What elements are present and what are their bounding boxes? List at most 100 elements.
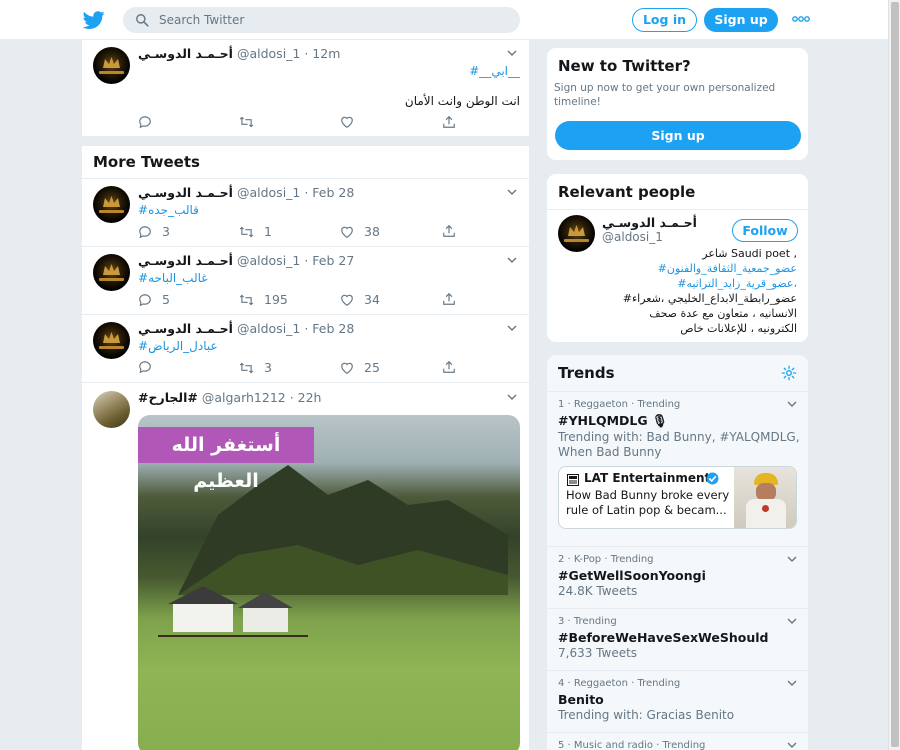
more-tweets-title: More Tweets xyxy=(93,153,200,171)
reply-count: 5 xyxy=(162,292,170,307)
share-icon xyxy=(443,224,455,237)
like-count: 25 xyxy=(364,360,380,375)
scrollbar-thumb[interactable] xyxy=(891,2,899,747)
gear-icon[interactable] xyxy=(781,365,797,381)
video-player[interactable]: أستغفر الله العظيم xyxy=(138,415,520,750)
signup-button[interactable]: Sign up xyxy=(704,8,778,32)
retweet-action[interactable] xyxy=(239,115,254,129)
like-action[interactable]: 38 xyxy=(340,224,380,239)
login-button[interactable]: Log in xyxy=(632,8,697,32)
author-name[interactable]: أحـمـد الدوسـي xyxy=(138,321,233,336)
chevron-down-icon[interactable] xyxy=(507,189,517,196)
trend-name[interactable]: #YHLQMDLG 🎙 xyxy=(558,413,668,429)
trend-name[interactable]: #BeforeWeHaveSexWeShould xyxy=(558,630,768,645)
author-name[interactable]: أحـمـد الدوسـي xyxy=(138,253,233,268)
author-name[interactable]: #الجارح# xyxy=(138,390,198,405)
reply-action[interactable] xyxy=(138,360,162,374)
tweet[interactable]: أحـمـد الدوسـي @aldosi_1 · Feb 28 #قالب_… xyxy=(82,179,529,247)
scrollbar[interactable] xyxy=(888,0,900,750)
thread-tweet[interactable]: أحـمـد الدوسـي @aldosi_1 · 12m #__ابي__ … xyxy=(82,40,529,137)
search-box[interactable] xyxy=(123,7,520,33)
search-icon xyxy=(136,14,149,27)
reply-action[interactable]: 5 xyxy=(138,292,170,307)
tweet-header: #الجارح# @algarh1212 · 22h xyxy=(138,390,321,405)
author-name[interactable]: أحـمـد الدوسـي xyxy=(138,185,233,200)
tweet-header: أحـمـد الدوسـي @aldosi_1 · 12m xyxy=(138,46,340,61)
retweet-icon xyxy=(239,362,254,373)
avatar-cap xyxy=(564,239,589,242)
share-action[interactable] xyxy=(442,292,456,306)
trend-item[interactable]: 5 · Music and radio · Trending xyxy=(547,732,808,750)
tweet-hashtag[interactable]: #__ابي__ xyxy=(469,64,520,78)
bio-hashtag[interactable]: #عضو_قرية_زايد_التراثيه، xyxy=(677,277,797,290)
retweet-action[interactable]: 3 xyxy=(239,360,272,375)
trend-meta: 1 · Reggaeton · Trending xyxy=(558,399,681,410)
tweet[interactable]: أحـمـد الدوسـي @aldosi_1 · Feb 28 #عبادل… xyxy=(82,315,529,383)
share-icon xyxy=(443,360,455,373)
tweet-hashtag[interactable]: #عبادل_الرياض xyxy=(138,339,218,353)
retweet-action[interactable]: 1 xyxy=(239,224,272,239)
tweet-hashtag[interactable]: #قالب_جده xyxy=(138,203,199,217)
reply-action[interactable]: 3 xyxy=(138,224,170,239)
trend-meta: 2 · K-Pop · Trending xyxy=(558,554,654,565)
card-desc-line2: timeline! xyxy=(554,96,601,108)
avatar-cap xyxy=(99,346,124,349)
chevron-down-icon[interactable] xyxy=(787,556,797,563)
signup-card-button[interactable]: Sign up xyxy=(555,121,801,150)
avatar[interactable] xyxy=(93,47,130,84)
news-line: How Bad Bunny broke every xyxy=(566,488,730,502)
share-action[interactable] xyxy=(442,224,456,238)
bio-hashtag[interactable]: #عضو_جمعية_الثقافة_والفنون xyxy=(658,262,797,275)
like-action[interactable]: 25 xyxy=(340,360,380,375)
trend-item[interactable]: 3 · Trending #BeforeWeHaveSexWeShould 7,… xyxy=(547,608,808,670)
chevron-down-icon[interactable] xyxy=(787,680,797,687)
trends-card: Trends 1 · Reggaeton · Trending #YHLQMDL… xyxy=(546,354,809,750)
more-dots-icon[interactable] xyxy=(792,12,810,26)
author-name[interactable]: أحـمـد الدوسـي xyxy=(138,46,233,61)
chevron-down-icon[interactable] xyxy=(507,50,517,57)
follow-button[interactable]: Follow xyxy=(732,219,798,242)
avatar[interactable] xyxy=(93,254,130,291)
chevron-down-icon[interactable] xyxy=(507,325,517,332)
reply-icon xyxy=(139,361,151,374)
avatar[interactable] xyxy=(93,186,130,223)
chevron-down-icon[interactable] xyxy=(787,742,797,749)
search-input[interactable] xyxy=(159,7,509,33)
card-title: New to Twitter? xyxy=(558,57,691,75)
tweet-hashtag[interactable]: #غالب_الباحه xyxy=(138,271,208,285)
twitter-bird-icon[interactable] xyxy=(83,9,105,31)
bio-line: شاعر Saudi poet , xyxy=(702,247,797,260)
share-action[interactable] xyxy=(442,360,456,374)
card-title: Trends xyxy=(558,364,615,382)
share-action[interactable] xyxy=(442,115,456,129)
bio-line: الانسانيه ، متعاون مع عدة صحف xyxy=(649,307,797,320)
news-card[interactable]: LAT Entertainment How Bad Bunny broke ev… xyxy=(558,466,797,529)
thumbnail-body xyxy=(746,499,786,528)
chevron-down-icon[interactable] xyxy=(507,394,517,401)
chevron-down-icon[interactable] xyxy=(787,618,797,625)
tweet[interactable]: أحـمـد الدوسـي @aldosi_1 · Feb 27 #غالب_… xyxy=(82,247,529,315)
avatar[interactable] xyxy=(558,215,595,252)
trend-name[interactable]: Benito xyxy=(558,692,604,707)
reply-action[interactable] xyxy=(138,115,152,129)
like-action[interactable] xyxy=(340,115,354,129)
top-bar: Log in Sign up xyxy=(0,0,888,40)
share-icon xyxy=(443,115,455,128)
chevron-down-icon[interactable] xyxy=(507,257,517,264)
author-meta: @aldosi_1 · Feb 28 xyxy=(236,321,355,336)
chevron-down-icon[interactable] xyxy=(787,401,797,408)
trend-meta: 5 · Music and radio · Trending xyxy=(558,740,706,750)
trend-item[interactable]: 2 · K-Pop · Trending #GetWellSoonYoongi … xyxy=(547,546,808,608)
new-to-twitter-card: New to Twitter? Sign up now to get your … xyxy=(546,47,809,161)
like-action[interactable]: 34 xyxy=(340,292,380,307)
retweet-action[interactable]: 195 xyxy=(239,292,288,307)
avatar[interactable] xyxy=(93,322,130,359)
thumbnail-badge xyxy=(762,505,769,512)
trend-item[interactable]: 1 · Reggaeton · Trending #YHLQMDLG 🎙 Tre… xyxy=(547,391,808,546)
person-name[interactable]: أحـمـد الدوسـي xyxy=(602,215,697,230)
divider xyxy=(547,209,808,210)
trend-name[interactable]: #GetWellSoonYoongi xyxy=(558,568,706,583)
trend-item[interactable]: 4 · Reggaeton · Trending Benito Trending… xyxy=(547,670,808,732)
avatar[interactable] xyxy=(93,391,130,428)
video-tweet[interactable]: #الجارح# @algarh1212 · 22h أستغفر الله ا… xyxy=(82,383,529,750)
